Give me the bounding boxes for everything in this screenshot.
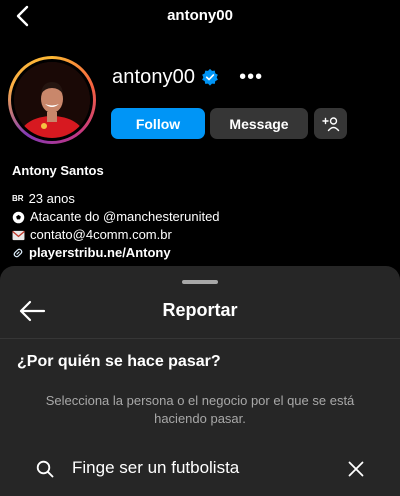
report-question: ¿Por quién se hace pasar? (17, 353, 221, 370)
message-button[interactable]: Message (210, 108, 308, 139)
drag-handle[interactable] (182, 280, 218, 284)
username: antony00 (112, 65, 196, 88)
bio-position-line: Atacante do @manchesterunited (12, 208, 220, 226)
bio-age-line: BR 23 anos (12, 190, 220, 208)
divider (0, 338, 400, 339)
bio: BR 23 anos Atacante do @manchesterunited… (12, 190, 220, 262)
more-options-icon[interactable]: ••• (239, 67, 263, 87)
page-title: antony00 (167, 7, 233, 24)
search-input[interactable]: Finge ser un futbolista (16, 448, 384, 488)
suggested-users-button[interactable] (314, 108, 347, 139)
bio-contact-line: contato@4comm.com.br (12, 226, 220, 244)
bio-link-line[interactable]: playerstribu.ne/Antony (12, 244, 220, 262)
bio-link[interactable]: playerstribu.ne/Antony (29, 244, 171, 262)
avatar[interactable] (14, 62, 90, 138)
follow-button[interactable]: Follow (111, 108, 205, 139)
soccer-ball-icon (12, 211, 25, 223)
report-hint: Selecciona la persona o el negocio por e… (45, 393, 355, 426)
link-icon (13, 248, 23, 258)
story-ring[interactable] (8, 56, 96, 144)
sheet-title: Reportar (162, 300, 238, 320)
full-name: Antony Santos (12, 163, 104, 178)
verified-badge-icon (202, 68, 218, 86)
top-bar: antony00 (0, 0, 400, 34)
search-value[interactable]: Finge ser un futbolista (72, 458, 239, 478)
bio-age: 23 anos (28, 191, 75, 206)
bio-contact: contato@4comm.com.br (30, 227, 172, 242)
country-flag: BR (12, 194, 24, 203)
bio-position: Atacante do @manchesterunited (30, 209, 220, 224)
envelope-icon (12, 230, 25, 240)
close-icon[interactable] (348, 461, 364, 477)
search-icon (36, 460, 54, 478)
report-bottom-sheet: Reportar ¿Por quién se hace pasar? Selec… (0, 266, 400, 496)
add-user-icon (321, 116, 339, 131)
username-row: antony00 ••• (112, 63, 263, 91)
